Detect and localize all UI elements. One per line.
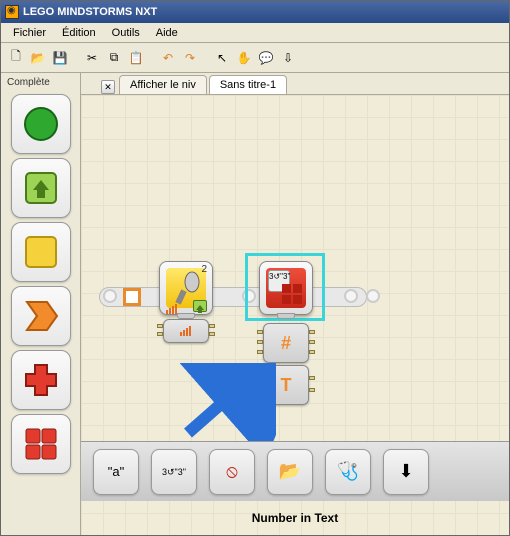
number-to-text-block[interactable]: 3↺"3" [259,261,313,315]
green-square-up-icon [23,170,59,206]
keep-alive-button[interactable]: ⦸ [209,449,255,495]
red-grid-icon [23,426,59,462]
advanced-sub-palette: "a" 3↺"3" ⦸ 📂 🩺 ⬇ [81,441,509,501]
calibrate-button[interactable]: 🩺 [325,449,371,495]
tab-display[interactable]: Afficher le niv [119,75,207,94]
num2text-datahub-number[interactable]: # [263,323,309,363]
file-access-button[interactable]: 📂 [267,449,313,495]
palette-common[interactable] [11,94,71,154]
menu-file[interactable]: Fichier [5,25,54,41]
green-circle-icon [23,106,59,142]
number-to-text-button[interactable]: 3↺"3" [151,449,197,495]
comment-tool-button[interactable]: 💬 [255,47,277,69]
undo-button[interactable]: ↶ [157,47,179,69]
pan-tool-button[interactable]: ✋ [233,47,255,69]
signal-icon [180,326,192,336]
canvas-area: ✕ Afficher le niv Sans titre-1 2 [81,73,509,535]
window-titlebar: LEGO MINDSTORMS NXT [1,1,509,23]
tab-close-button[interactable]: ✕ [101,80,115,94]
reset-button[interactable]: ⬇ [383,449,429,495]
sidebar-palette: Complète [1,73,81,535]
menu-tools[interactable]: Outils [104,25,148,41]
orange-arrow-icon [23,298,59,334]
red-grid-icon [268,270,308,310]
up-arrow-icon [193,300,207,312]
copy-button[interactable]: ⧉ [103,47,125,69]
sidebar-title: Complète [3,75,78,90]
palette-advanced[interactable] [11,414,71,474]
annotation-caption: Number in Text [81,511,509,525]
main-area: Complète ✕ Afficher le niv [1,73,509,535]
tab-untitled[interactable]: Sans titre-1 [209,75,287,94]
text-T-icon: T [281,375,292,396]
save-file-button[interactable]: 💾 [49,47,71,69]
tab-bar: ✕ Afficher le niv Sans titre-1 [81,73,509,95]
menu-help[interactable]: Aide [148,25,186,41]
download-button[interactable]: ⇩ [277,47,299,69]
block-port-badge: 2 [201,264,207,275]
pointer-tool-button[interactable]: ↖ [211,47,233,69]
yellow-square-icon [23,234,59,270]
sound-sensor-block[interactable]: 2 [159,261,213,315]
toolbar: 🗋 📂 💾 ✂ ⧉ 📋 ↶ ↷ ↖ ✋ 💬 ⇩ [1,43,509,73]
hash-icon: # [281,333,291,354]
red-plus-icon [23,362,59,398]
text-block-button[interactable]: "a" [93,449,139,495]
redo-button[interactable]: ↷ [179,47,201,69]
paste-button[interactable]: 📋 [125,47,147,69]
app-icon [5,5,19,19]
palette-sensor[interactable] [11,222,71,282]
palette-data[interactable] [11,350,71,410]
open-file-button[interactable]: 📂 [27,47,49,69]
palette-action[interactable] [11,158,71,218]
cut-button[interactable]: ✂ [81,47,103,69]
program-canvas[interactable]: 2 3↺"3" [81,95,509,535]
start-peg[interactable] [123,288,141,306]
menu-edit[interactable]: Édition [54,25,104,41]
palette-flow[interactable] [11,286,71,346]
sound-block-datahub[interactable] [163,319,209,343]
new-file-button[interactable]: 🗋 [5,47,27,69]
window-title: LEGO MINDSTORMS NXT [23,6,157,18]
annotation-arrow [176,363,276,443]
menubar: Fichier Édition Outils Aide [1,23,509,43]
